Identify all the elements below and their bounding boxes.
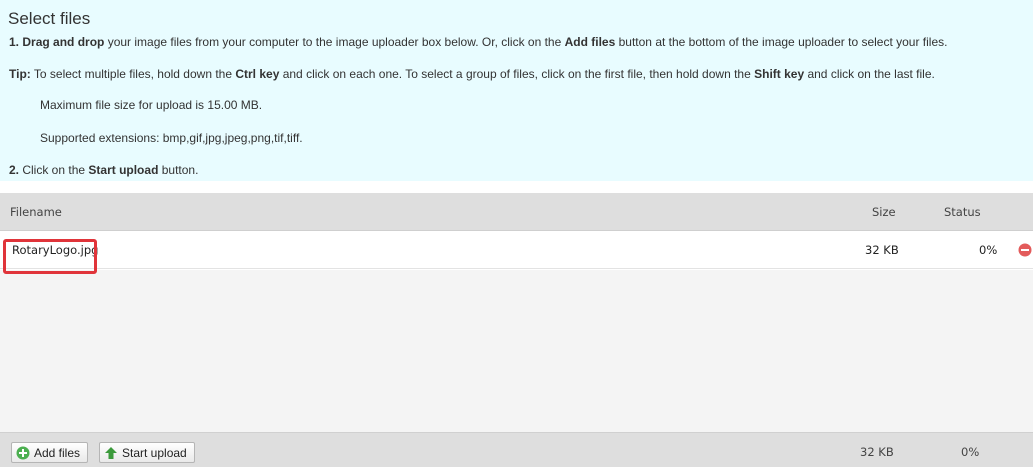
minus-circle-icon[interactable] [1018, 243, 1032, 257]
supported-extensions-text: Supported extensions: bmp,gif,jpg,jpeg,p… [40, 131, 303, 145]
step-1-text: 1. Drag and drop your image files from y… [9, 35, 948, 49]
file-status: 0% [979, 243, 998, 257]
arrow-up-icon [105, 446, 117, 459]
max-file-size-text: Maximum file size for upload is 15.00 MB… [40, 98, 263, 112]
filename-column-header: Filename [10, 205, 62, 219]
step-2-text: 2. Click on the Start upload button. [9, 163, 199, 177]
drop-zone[interactable] [0, 270, 1033, 432]
file-list-header: Filename Size Status [0, 193, 1033, 231]
status-column-header: Status [944, 205, 981, 219]
start-upload-button[interactable]: Start upload [99, 442, 195, 463]
total-size: 32 KB [860, 445, 894, 459]
total-status: 0% [961, 445, 980, 459]
file-row[interactable]: RotaryLogo.jpg 32 KB 0% [0, 231, 1033, 269]
tip-text: Tip: To select multiple files, hold down… [9, 67, 935, 81]
add-files-button[interactable]: Add files [11, 442, 89, 463]
file-uploader[interactable]: Filename Size Status RotaryLogo.jpg 32 K… [0, 193, 1033, 467]
size-column-header: Size [872, 205, 896, 219]
file-name: RotaryLogo.jpg [12, 243, 99, 257]
page-title: Select files [8, 9, 91, 28]
file-size: 32 KB [865, 243, 899, 257]
uploader-footer: Add files Start upload 32 KB 0% [0, 432, 1033, 467]
instructions-panel: Select files 1. Drag and drop your image… [0, 0, 1033, 181]
plus-circle-icon [16, 446, 30, 459]
